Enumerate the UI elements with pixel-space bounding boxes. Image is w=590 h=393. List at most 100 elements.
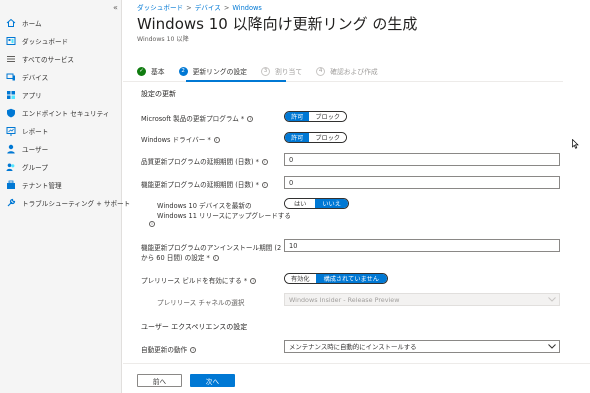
- step-label: 割り当て: [274, 68, 303, 76]
- dashboard-icon: [6, 36, 16, 46]
- toggle-option-allow[interactable]: 許可: [285, 112, 310, 121]
- info-icon[interactable]: i: [190, 347, 197, 353]
- feature-deferral-input[interactable]: 0: [284, 176, 560, 189]
- win11-upgrade-label-line1: Windows 10 デバイスを最新の: [157, 202, 252, 210]
- step-update-ring-settings[interactable]: 2 更新リングの設定: [178, 66, 247, 76]
- win11-upgrade-toggle[interactable]: はい いいえ: [284, 198, 349, 209]
- uninstall-period-input[interactable]: 10: [284, 239, 560, 252]
- toggle-option-block[interactable]: ブロック: [309, 112, 347, 121]
- list-icon: [6, 54, 16, 64]
- prerelease-channel-label: プレリリース チャネルの選択: [157, 299, 245, 307]
- sidebar-item-label: グループ: [22, 164, 48, 172]
- step-label: 更新リングの設定: [192, 68, 247, 76]
- info-icon[interactable]: i: [149, 221, 155, 227]
- wizard-steps: ✓ 基本 2 更新リングの設定 3 割り当て 4 確認および作成: [137, 64, 392, 78]
- sidebar-nav: ホーム ダッシュボード すべてのサービス デバイス アプリ エンドポイント セキ…: [0, 14, 130, 212]
- toggle-option-allow[interactable]: 許可: [285, 133, 310, 142]
- sidebar-item-apps[interactable]: アプリ: [0, 86, 122, 104]
- step-basics[interactable]: ✓ 基本: [137, 66, 165, 76]
- win11-upgrade-info: i: [149, 220, 155, 228]
- uninstall-period-label-line1: 機能更新プログラムのアンインストール期間 (2: [141, 244, 282, 252]
- collapse-sidebar-button[interactable]: «: [113, 3, 118, 12]
- field-label: Microsoft 製品の更新プログラム *: [141, 115, 245, 123]
- ms-product-updates-label: Microsoft 製品の更新プログラム * i: [141, 113, 254, 123]
- sidebar-item-label: テナント管理: [22, 182, 62, 190]
- section-heading-user-experience: ユーザー エクスペリエンスの設定: [141, 323, 248, 331]
- apps-icon: [6, 90, 16, 100]
- breadcrumb-dashboard[interactable]: ダッシュボード: [137, 4, 183, 12]
- breadcrumb-separator: >: [223, 4, 230, 12]
- sidebar-item-label: ユーザー: [22, 146, 49, 154]
- sidebar-item-troubleshooting[interactable]: トラブルシューティング + サポート: [0, 194, 130, 212]
- field-label: 品質更新プログラムの延期期間 (日数) *: [141, 158, 259, 166]
- ms-product-updates-toggle[interactable]: 許可 ブロック: [284, 111, 348, 122]
- shield-icon: [6, 108, 16, 118]
- sidebar-item-label: アプリ: [22, 92, 42, 100]
- tenant-icon: [6, 180, 16, 190]
- breadcrumb-separator: >: [186, 4, 192, 12]
- sidebar-item-endpoint-security[interactable]: エンドポイント セキュリティ: [0, 104, 122, 122]
- toggle-option-block[interactable]: ブロック: [309, 133, 347, 142]
- sidebar-item-label: すべてのサービス: [22, 56, 75, 64]
- info-icon[interactable]: i: [247, 116, 254, 122]
- sidebar-item-users[interactable]: ユーザー: [0, 140, 122, 158]
- chevron-down-icon: [545, 297, 559, 302]
- sidebar-item-label: デバイス: [22, 74, 49, 82]
- toggle-option-no[interactable]: いいえ: [315, 199, 348, 208]
- sidebar-item-tenant-admin[interactable]: テナント管理: [0, 176, 122, 194]
- info-icon[interactable]: i: [212, 255, 219, 261]
- more-options-button[interactable]: ...: [380, 18, 392, 28]
- auto-update-select[interactable]: メンテナンス時に自動的にインストールする: [284, 340, 560, 353]
- next-button[interactable]: 次へ: [190, 374, 235, 387]
- sidebar-item-label: ホーム: [22, 20, 42, 28]
- sidebar-item-devices[interactable]: デバイス: [0, 68, 122, 86]
- report-icon: [6, 126, 16, 136]
- win11-upgrade-label-line2: Windows 11 リリースにアップグレードする: [157, 212, 291, 220]
- sidebar-item-dashboard[interactable]: ダッシュボード: [0, 32, 122, 50]
- sidebar-item-reports[interactable]: レポート: [0, 122, 122, 140]
- step-number: 3: [260, 66, 270, 76]
- info-icon[interactable]: i: [213, 137, 220, 143]
- sidebar: « ホーム ダッシュボード すべてのサービス デバイス アプリ エンドポイント …: [0, 0, 130, 393]
- info-icon[interactable]: i: [261, 159, 268, 165]
- prerelease-label: プレリリース ビルドを有効にする * i: [141, 275, 257, 285]
- auto-update-label: 自動更新の動作 i: [141, 344, 197, 354]
- chevron-down-icon: [545, 344, 559, 349]
- user-icon: [6, 144, 16, 154]
- wizard-footer: 前へ 次へ: [123, 363, 590, 393]
- toggle-option-not-configured[interactable]: 構成されていません: [315, 274, 387, 283]
- step-label: 確認および作成: [330, 68, 378, 76]
- select-value: Windows Insider - Release Preview: [289, 295, 400, 304]
- toggle-option-enable[interactable]: 有効化: [285, 274, 316, 283]
- sidebar-item-groups[interactable]: グループ: [0, 158, 122, 176]
- previous-button[interactable]: 前へ: [137, 374, 182, 387]
- uninstall-period-label-line2: から 60 日間) の設定 * i: [141, 252, 219, 262]
- field-label: Windows ドライバー *: [141, 136, 211, 144]
- field-label: 自動更新の動作: [141, 346, 188, 354]
- info-icon[interactable]: i: [250, 278, 257, 284]
- wrench-icon: [6, 198, 16, 208]
- breadcrumb-devices[interactable]: デバイス: [195, 4, 221, 12]
- info-icon[interactable]: i: [261, 182, 268, 188]
- toggle-option-yes[interactable]: はい: [285, 199, 316, 208]
- breadcrumb: ダッシュボード > デバイス > Windows: [137, 2, 262, 12]
- field-label: プレリリース ビルドを有効にする *: [141, 277, 248, 285]
- mouse-cursor-icon: [572, 138, 579, 151]
- step-number: 2: [178, 66, 188, 76]
- feature-deferral-label: 機能更新プログラムの延期期間 (日数) * i: [141, 179, 268, 189]
- quality-deferral-input[interactable]: 0: [284, 153, 560, 166]
- step-assignments[interactable]: 3 割り当て: [260, 66, 303, 76]
- main-panel: ダッシュボード > デバイス > Windows Windows 10 以降向け更新リン…: [123, 0, 590, 393]
- page-title: Windows 10 以降向け更新リング の生成: [137, 15, 418, 33]
- sidebar-item-label: トラブルシューティング + サポート: [22, 200, 131, 208]
- prerelease-toggle[interactable]: 有効化 構成されていません: [284, 273, 388, 284]
- step-review-create[interactable]: 4 確認および作成: [316, 66, 378, 76]
- active-step-indicator: [186, 80, 286, 82]
- windows-drivers-toggle[interactable]: 許可 ブロック: [284, 132, 348, 143]
- checkmark-icon: ✓: [137, 66, 146, 76]
- sidebar-item-home[interactable]: ホーム: [0, 14, 122, 32]
- sidebar-item-all-services[interactable]: すべてのサービス: [0, 50, 122, 68]
- breadcrumb-windows[interactable]: Windows: [232, 4, 261, 12]
- field-label: 機能更新プログラムの延期期間 (日数) *: [141, 181, 259, 189]
- prerelease-channel-select: Windows Insider - Release Preview: [284, 293, 560, 306]
